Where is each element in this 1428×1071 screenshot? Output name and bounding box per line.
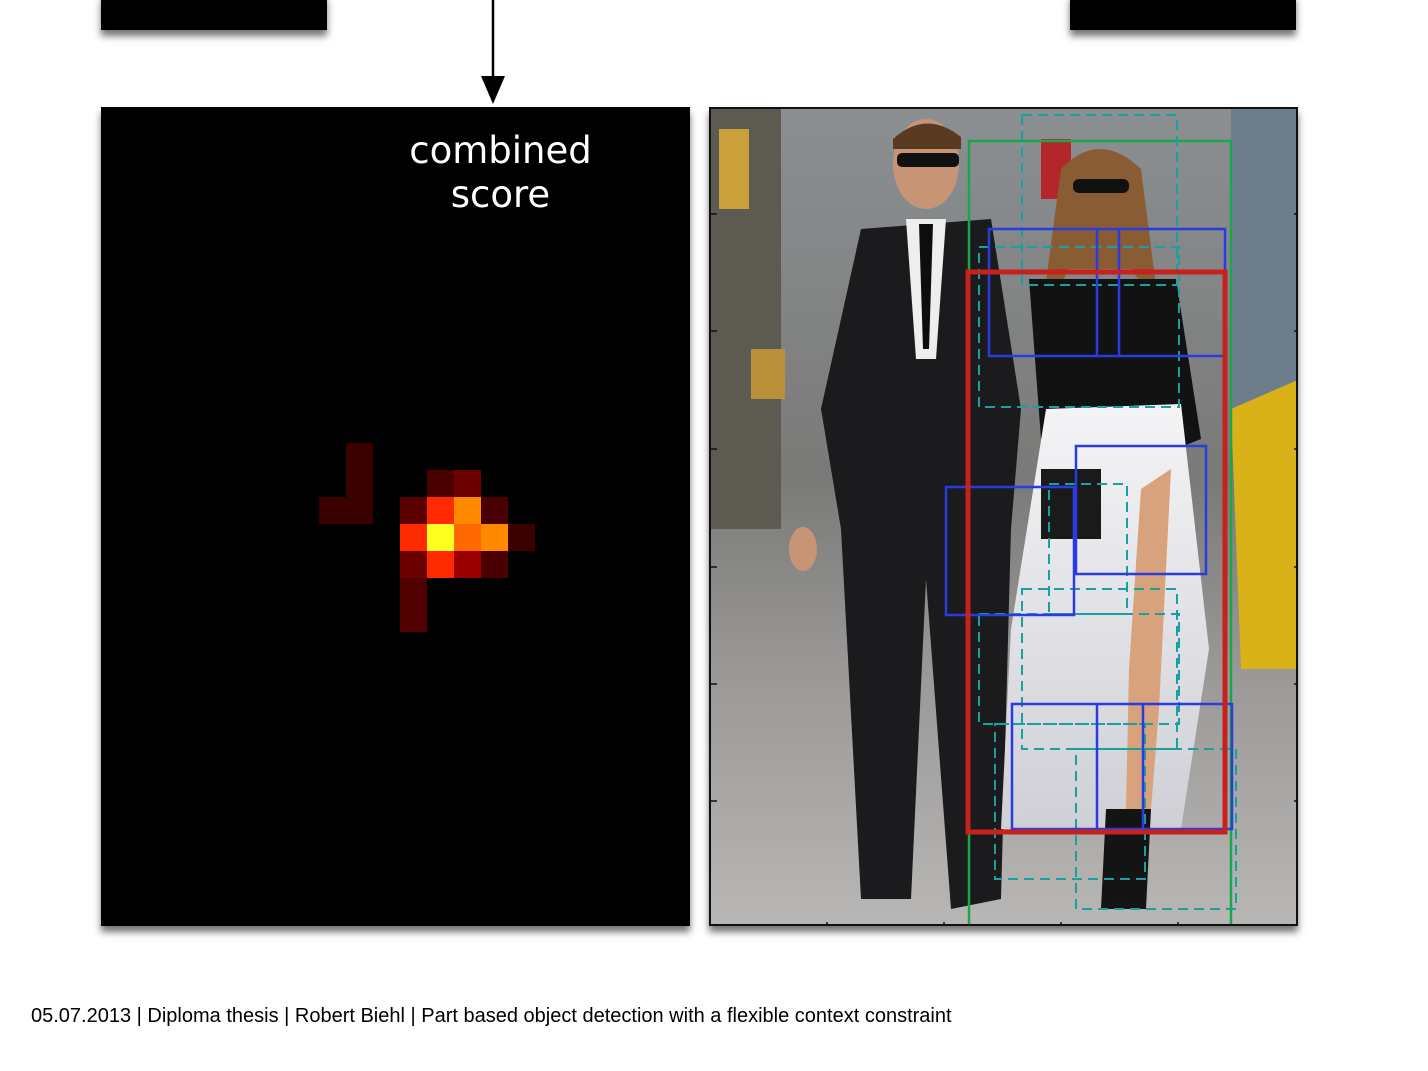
- detection-overlay: [711, 109, 1296, 924]
- taxi: [1231, 380, 1296, 669]
- heatmap-cell: [454, 551, 481, 578]
- heatmap-cells: [319, 443, 535, 632]
- heatmap-cell: [400, 524, 427, 551]
- heatmap-cell: [346, 443, 373, 470]
- heatmap-cell: [400, 497, 427, 524]
- top-right-panel: [1070, 0, 1296, 30]
- heatmap-cell: [319, 497, 346, 524]
- sign-left-lower: [751, 349, 785, 399]
- building-right: [1231, 109, 1296, 409]
- heatmap-label: combined score: [101, 129, 690, 217]
- heatmap-cell: [481, 497, 508, 524]
- heatmap-cell: [427, 497, 454, 524]
- heatmap-label-line-1: combined: [409, 129, 592, 172]
- woman-sunglasses: [1073, 179, 1129, 193]
- heatmap-cell: [400, 551, 427, 578]
- heatmap-cell: [454, 524, 481, 551]
- heatmap-cell: [454, 497, 481, 524]
- heatmap-cell: [481, 551, 508, 578]
- footer-citation: 05.07.2013 | Diploma thesis | Robert Bie…: [31, 1005, 952, 1027]
- down-arrow-icon: [481, 0, 505, 104]
- top-left-panel: [101, 0, 327, 30]
- heatmap-cell: [346, 470, 373, 497]
- heatmap-cell: [427, 551, 454, 578]
- man-sunglasses: [897, 153, 959, 167]
- heatmap-cell: [427, 470, 454, 497]
- heatmap-cell: [427, 524, 454, 551]
- sign-left: [719, 129, 749, 209]
- heatmap-cell: [346, 497, 373, 524]
- combined-score-heatmap: combined score: [101, 107, 690, 926]
- man-hand: [789, 527, 817, 571]
- heatmap-cell: [454, 470, 481, 497]
- heatmap-cell: [400, 578, 427, 605]
- heatmap-cell: [400, 605, 427, 632]
- detection-result-photo: [709, 107, 1298, 926]
- heatmap-label-line-2: score: [450, 173, 551, 216]
- heatmap-cell: [481, 524, 508, 551]
- heatmap-cell: [508, 524, 535, 551]
